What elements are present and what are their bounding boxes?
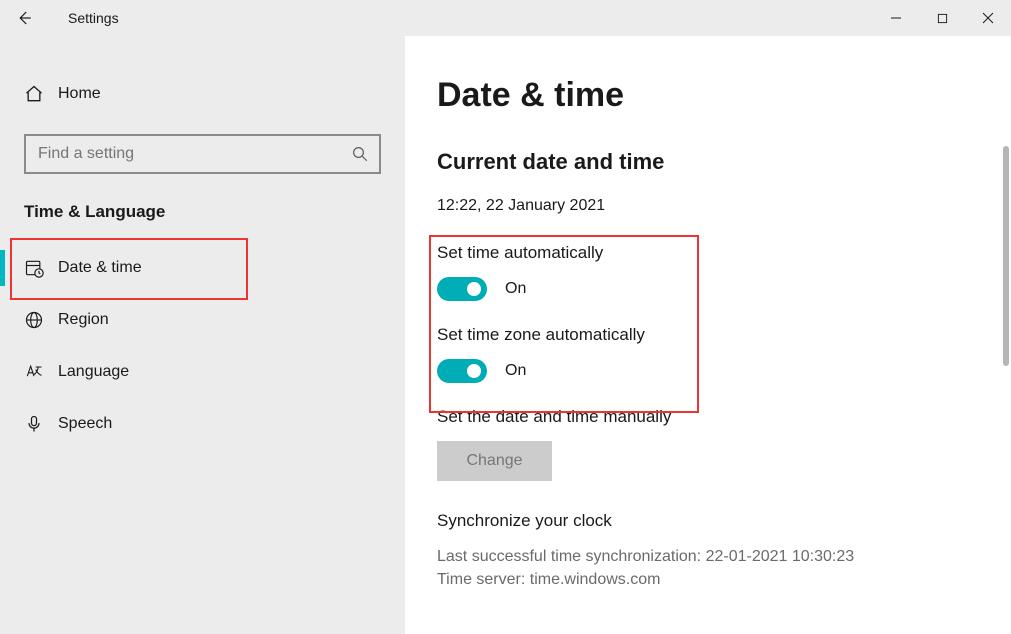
language-icon [24, 362, 44, 382]
arrow-left-icon [15, 9, 33, 27]
sidebar-home[interactable]: Home [0, 72, 405, 116]
sidebar-item-label: Language [58, 363, 129, 381]
sidebar-item-speech[interactable]: Speech [0, 398, 405, 450]
sidebar-item-label: Region [58, 311, 109, 329]
maximize-icon [937, 13, 948, 24]
maximize-button[interactable] [919, 0, 965, 36]
main-content: Date & time Current date and time 12:22,… [405, 36, 1011, 634]
set-time-auto-toggle[interactable] [437, 277, 487, 301]
current-datetime: 12:22, 22 January 2021 [437, 197, 1011, 215]
sidebar-item-region[interactable]: Region [0, 294, 405, 346]
window-title: Settings [68, 10, 119, 26]
minimize-button[interactable] [873, 0, 919, 36]
page-title: Date & time [437, 76, 1011, 115]
minimize-icon [890, 12, 902, 24]
sidebar-item-label: Date & time [58, 259, 142, 277]
set-tz-auto-label: Set time zone automatically [437, 325, 707, 345]
set-time-auto-label: Set time automatically [437, 243, 707, 263]
set-tz-auto-state: On [505, 362, 526, 380]
sidebar-item-language[interactable]: Language [0, 346, 405, 398]
scrollbar[interactable] [1003, 146, 1009, 366]
sync-last-text: Last successful time synchronization: 22… [437, 545, 1011, 568]
change-button[interactable]: Change [437, 441, 552, 481]
search-input-wrap[interactable] [24, 134, 381, 174]
set-tz-auto-toggle[interactable] [437, 359, 487, 383]
sidebar-home-label: Home [58, 85, 101, 103]
home-icon [24, 84, 44, 104]
sidebar-category-heading: Time & Language [0, 192, 405, 242]
search-input[interactable] [36, 144, 351, 164]
calendar-clock-icon [24, 258, 44, 278]
search-icon [351, 145, 369, 163]
set-time-auto-state: On [505, 280, 526, 298]
close-icon [982, 12, 994, 24]
section-current-heading: Current date and time [437, 149, 1011, 175]
globe-icon [24, 310, 44, 330]
titlebar: Settings [0, 0, 1011, 36]
sync-heading: Synchronize your clock [437, 511, 1011, 531]
sidebar-item-date-time[interactable]: Date & time [0, 242, 405, 294]
sync-server-text: Time server: time.windows.com [437, 568, 1011, 591]
close-button[interactable] [965, 0, 1011, 36]
sidebar: Home Time & Language Date & time Regio [0, 36, 405, 634]
set-manual-label: Set the date and time manually [437, 407, 1011, 427]
back-button[interactable] [0, 0, 48, 36]
sidebar-item-label: Speech [58, 415, 112, 433]
microphone-icon [24, 414, 44, 434]
window-controls [873, 0, 1011, 36]
